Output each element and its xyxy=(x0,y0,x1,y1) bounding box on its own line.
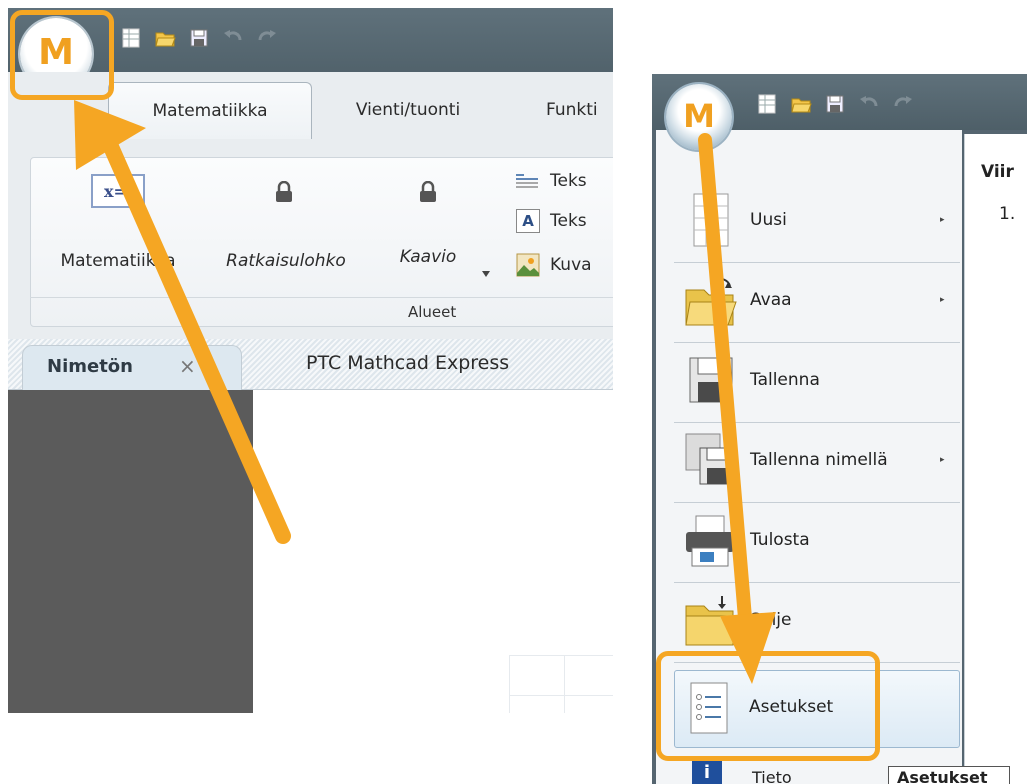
annotation-arrows xyxy=(74,100,776,684)
arrow-to-asetukset xyxy=(698,133,776,684)
arrow-to-app-button xyxy=(74,100,291,544)
